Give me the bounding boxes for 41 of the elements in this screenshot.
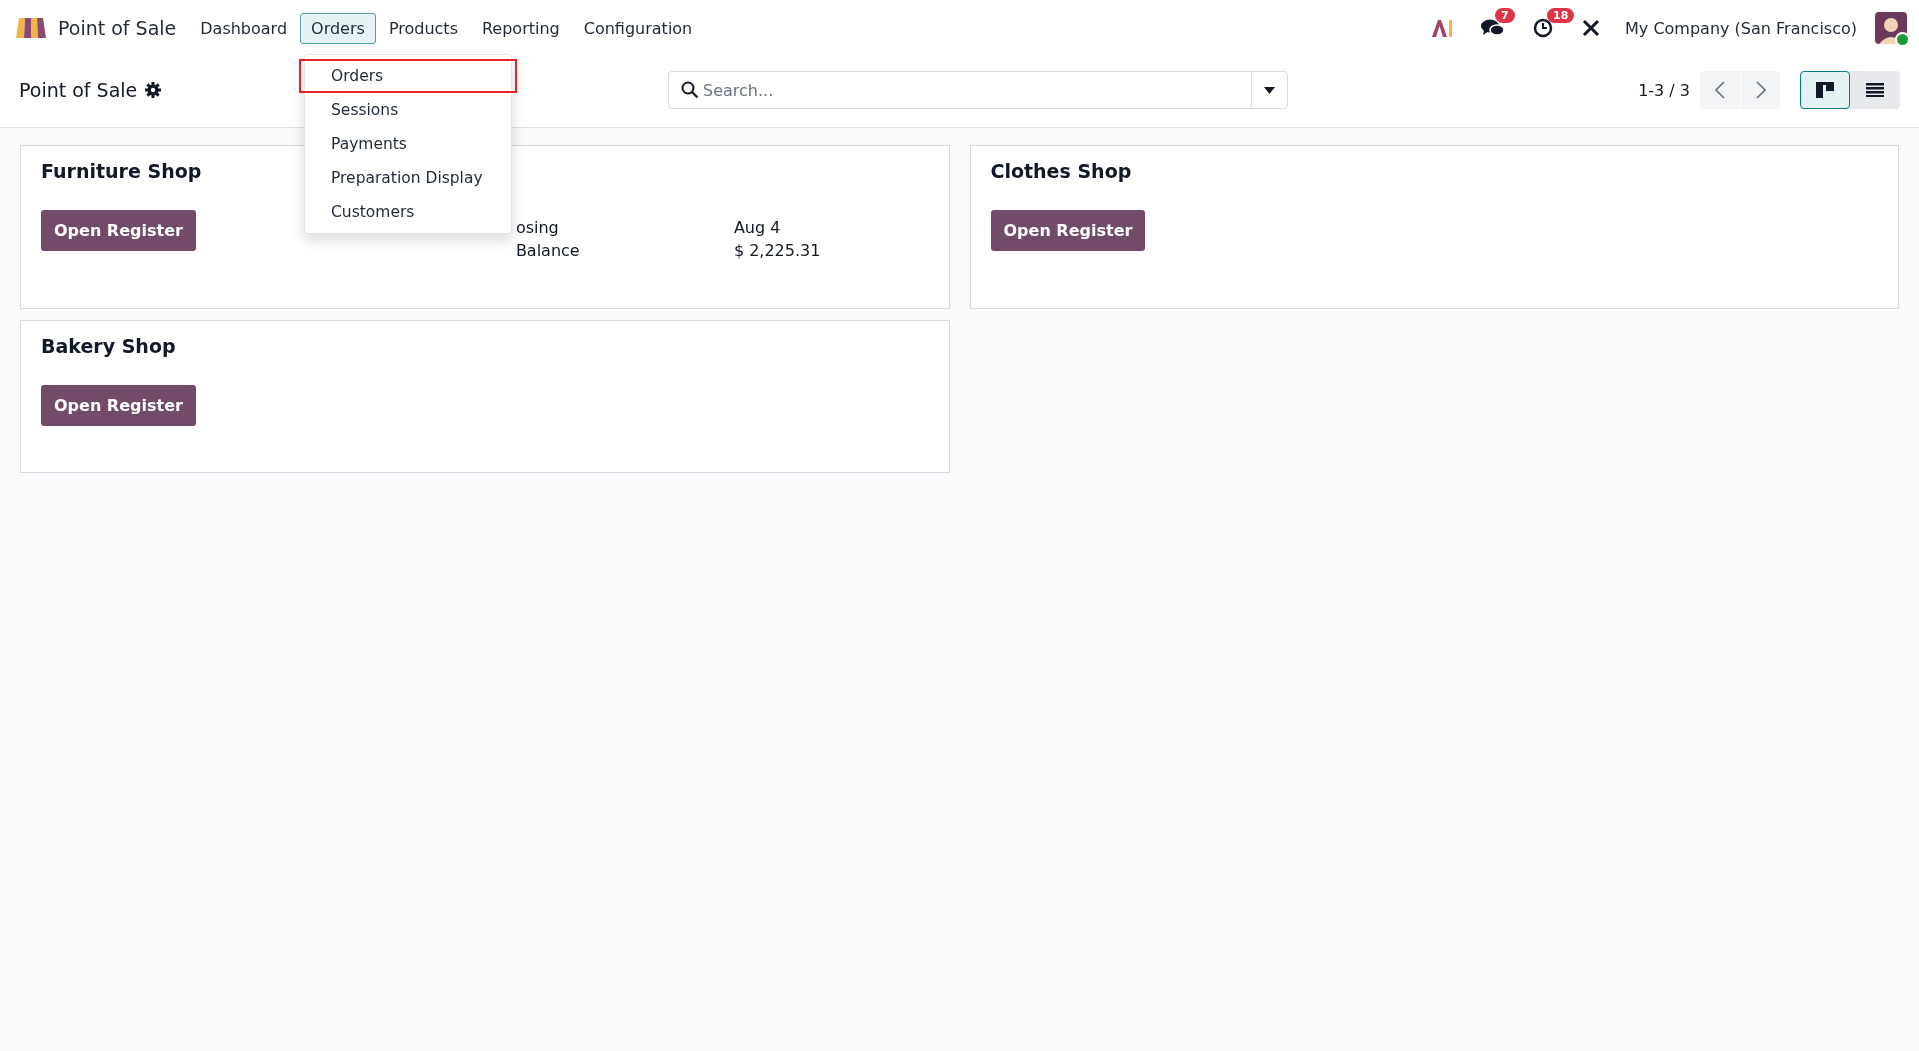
chat-icon[interactable] (1481, 18, 1506, 38)
stat-value: Aug 4 (733, 218, 782, 237)
ai-icon[interactable] (1431, 18, 1454, 38)
list-icon (1866, 83, 1884, 97)
stat-label: Balance (515, 241, 581, 260)
settings-icon[interactable] (145, 82, 162, 98)
app-name: Point of Sale (58, 17, 177, 39)
kanban-view-button[interactable] (1800, 71, 1850, 109)
awning-icon (14, 16, 48, 40)
shop-name: Clothes Shop (990, 160, 1132, 182)
dropdown-item[interactable]: Sessions (305, 93, 511, 127)
open-register-button[interactable]: Open Register (41, 210, 196, 251)
activity-count: 18 (1547, 8, 1575, 23)
open-register-button[interactable]: Open Register (41, 385, 196, 426)
caret-icon (1264, 86, 1275, 94)
chevron-right-icon (1755, 81, 1766, 99)
dropdown-item[interactable]: Customers (305, 195, 511, 229)
kanban-icon (1816, 82, 1834, 98)
message-count: 7 (1495, 8, 1515, 23)
dropdown-item[interactable]: Orders (299, 59, 517, 93)
menu-item[interactable]: Dashboard (189, 12, 299, 44)
menu-item[interactable]: Products (377, 12, 469, 44)
dropdown-item[interactable]: Payments (305, 127, 511, 161)
shop-name: Furniture Shop (41, 160, 202, 182)
dropdown-item[interactable]: Preparation Display (305, 161, 511, 195)
search-icon (681, 81, 699, 99)
search-input[interactable]: Search... (699, 72, 1251, 108)
user-avatar[interactable] (1875, 12, 1907, 44)
clock-icon[interactable] (1533, 18, 1554, 38)
open-register-button[interactable]: Open Register (990, 210, 1146, 251)
stat-value: $ 2,225.31 (733, 241, 821, 260)
company-name[interactable]: My Company (San Francisco) (1625, 18, 1857, 38)
pager-value[interactable]: 1-3 / 3 (1638, 80, 1690, 100)
menu-item[interactable]: Reporting (470, 12, 571, 44)
menu-item[interactable]: Configuration (572, 12, 704, 44)
stat-label: osing (515, 218, 560, 237)
menu-item[interactable]: Orders (300, 12, 376, 44)
search-bar[interactable]: Search... (668, 71, 1288, 109)
chevron-left-icon (1715, 81, 1725, 99)
shop-name: Bakery Shop (41, 335, 176, 357)
breadcrumb-title: Point of Sale (19, 79, 138, 101)
